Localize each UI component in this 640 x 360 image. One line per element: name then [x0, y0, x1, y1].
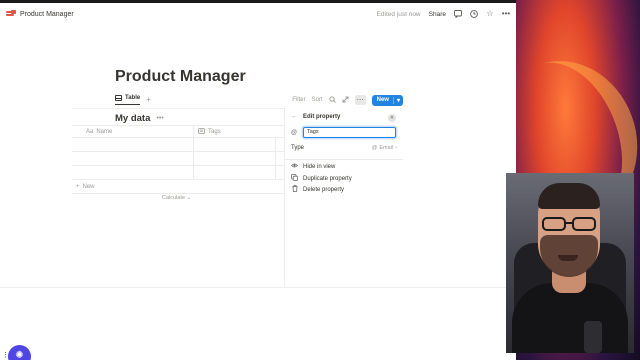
- view-controls: Filter Sort ⋯ New ▾: [292, 94, 403, 106]
- filter-button[interactable]: Filter: [292, 97, 305, 103]
- microphone: [584, 321, 602, 353]
- plus-icon: +: [76, 183, 80, 190]
- duplicate-property-button[interactable]: Duplicate property: [291, 174, 352, 183]
- sort-button[interactable]: Sort: [312, 97, 323, 103]
- calculate-button[interactable]: Calculate ⌄: [162, 195, 191, 201]
- type-label: Type: [291, 145, 305, 151]
- breadcrumb[interactable]: Product Manager: [20, 11, 74, 18]
- email-type-icon: @: [291, 129, 298, 136]
- clock-icon[interactable]: [470, 10, 478, 18]
- type-value-text: Email: [379, 145, 394, 151]
- calculate-label: Calculate: [162, 195, 185, 201]
- hide-in-view-label: Hide in view: [303, 163, 336, 170]
- new-button[interactable]: New ▾: [371, 94, 403, 106]
- database-title-text[interactable]: My data: [115, 113, 150, 124]
- new-button-label: New: [376, 97, 389, 103]
- type-value: @ Email ›: [372, 145, 397, 151]
- webcam-overlay: [506, 173, 634, 353]
- eye-icon: [290, 163, 299, 170]
- column-header-tags[interactable]: Tags: [194, 126, 284, 137]
- table-header: Aa Name Tags: [72, 125, 284, 138]
- panel-title: Edit property: [303, 113, 341, 120]
- page-icon: [6, 9, 16, 19]
- edit-property-panel: ← Edit property ✕ @ Tags Type @ Email ›: [284, 108, 403, 288]
- tab-table-label: Table: [125, 95, 141, 101]
- table-row[interactable]: [72, 152, 284, 166]
- column-header-name[interactable]: Aa Name: [72, 126, 194, 137]
- more-options-icon[interactable]: •••: [502, 10, 510, 18]
- table-row[interactable]: [72, 138, 284, 152]
- data-table: Aa Name Tags + New: [72, 125, 284, 194]
- delete-property-label: Delete property: [303, 186, 345, 193]
- bottom-divider: [0, 287, 516, 288]
- duplicate-property-label: Duplicate property: [303, 175, 352, 182]
- tab-table[interactable]: Table: [115, 95, 141, 105]
- email-icon: @: [371, 145, 378, 151]
- comment-icon[interactable]: [454, 10, 462, 18]
- top-bar: Product Manager Edited just now Share ☆ …: [0, 3, 516, 25]
- property-name-row: @ Tags: [291, 127, 396, 138]
- new-row-button[interactable]: + New: [72, 180, 284, 194]
- database-more-icon[interactable]: •••: [156, 115, 163, 122]
- table-icon: [115, 95, 122, 101]
- close-icon[interactable]: ✕: [388, 114, 396, 122]
- column-tags-label: Tags: [208, 128, 221, 135]
- property-type-row[interactable]: Type @ Email ›: [291, 145, 397, 151]
- chevron-down-icon[interactable]: ▾: [392, 96, 403, 104]
- property-name-input[interactable]: Tags: [303, 127, 396, 138]
- table-row[interactable]: [72, 166, 284, 180]
- back-arrow-icon[interactable]: ←: [291, 113, 298, 120]
- top-actions: Edited just now Share ☆ •••: [377, 10, 510, 18]
- add-view-button[interactable]: +: [146, 96, 151, 104]
- duplicate-icon: [291, 174, 298, 183]
- view-settings-button[interactable]: ⋯: [354, 95, 366, 105]
- chevron-right-icon: ›: [395, 145, 397, 151]
- database-title: My data •••: [115, 113, 164, 124]
- column-name-label: Name: [96, 128, 113, 135]
- star-icon[interactable]: ☆: [486, 10, 494, 18]
- search-icon[interactable]: [328, 95, 336, 105]
- delete-property-button[interactable]: Delete property: [291, 185, 344, 194]
- hide-in-view-button[interactable]: Hide in view: [290, 163, 336, 170]
- trash-icon: [291, 185, 298, 194]
- panel-divider: [285, 159, 403, 160]
- resize-icon[interactable]: [342, 96, 349, 105]
- new-row-label: New: [82, 183, 95, 190]
- share-button[interactable]: Share: [429, 11, 446, 18]
- notion-window: Product Manager Edited just now Share ☆ …: [0, 0, 516, 360]
- text-type-icon: Aa: [86, 128, 94, 135]
- chevron-down-icon: ⌄: [186, 195, 192, 201]
- tags-icon: [198, 127, 205, 136]
- edited-status: Edited just now: [376, 10, 421, 18]
- page-title[interactable]: Product Manager: [115, 68, 246, 86]
- view-bar: Table + Filter Sort ⋯ New ▾: [115, 93, 403, 107]
- panel-header: ← Edit property: [291, 113, 340, 120]
- screen: Product Manager Edited just now Share ☆ …: [0, 0, 640, 360]
